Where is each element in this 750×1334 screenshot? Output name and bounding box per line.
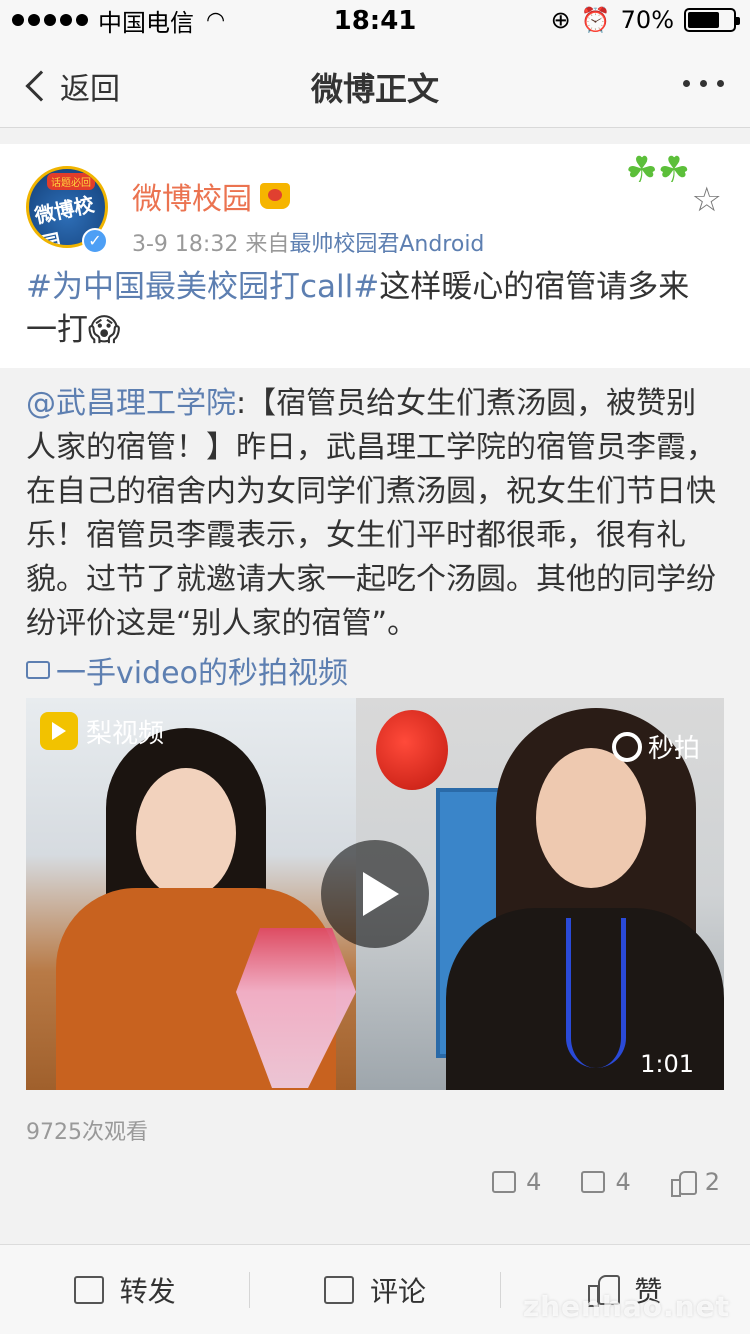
comment-icon xyxy=(581,1171,606,1193)
reposted-content[interactable]: @武昌理工学院:【宿管员给女生们煮汤圆，被赞别人家的宿管！】昨日，武昌理工学院的… xyxy=(0,368,750,1206)
video-watermark-left: 梨视频 xyxy=(40,712,164,750)
status-indicators: ⊕ ⏰ 70% xyxy=(550,6,740,34)
username[interactable]: 微博校园 xyxy=(132,174,290,218)
weibo-post: 话题必回 微博校园 ✓ 微博校园 3-9 18:32 来自最帅校园君Androi… xyxy=(0,144,750,1206)
mention-link[interactable]: @武昌理工学院 xyxy=(26,386,236,421)
video-person-face xyxy=(136,768,236,898)
comment-icon xyxy=(323,1275,354,1304)
repost-text: @武昌理工学院:【宿管员给女生们煮汤圆，被赞别人家的宿管！】昨日，武昌理工学院的… xyxy=(26,382,722,646)
repost-count-value: 4 xyxy=(526,1168,542,1196)
topic-link[interactable]: #为中国最美校园打call# xyxy=(26,269,379,305)
wifi-icon: ◠ xyxy=(206,7,226,33)
favorite-star-icon[interactable]: ☆ xyxy=(692,180,722,220)
watermark-right-label: 秒拍 xyxy=(647,734,700,764)
more-options-button[interactable] xyxy=(683,80,724,87)
post-time: 3-9 18:32 xyxy=(132,232,239,257)
avatar-badge: 话题必回 xyxy=(47,173,95,190)
clover-decoration-icon: ☘☘ xyxy=(625,150,690,191)
comment-count[interactable]: 4 xyxy=(581,1168,631,1196)
signal-strength-icon xyxy=(12,14,88,26)
play-button[interactable] xyxy=(321,840,429,948)
video-player[interactable]: 梨视频 秒拍 1:01 xyxy=(26,698,724,1090)
verified-icon: ✓ xyxy=(82,228,108,254)
repost-label: 转发 xyxy=(119,1274,176,1308)
source-prefix: 来自 xyxy=(245,232,290,257)
video-red-lantern xyxy=(376,710,448,790)
like-count[interactable]: 2 xyxy=(670,1168,720,1197)
share-icon xyxy=(73,1275,104,1304)
comment-label: 评论 xyxy=(369,1274,426,1308)
post-text: #为中国最美校园打call#这样暖心的宿管请多来一打😱 xyxy=(26,266,716,352)
back-label: 返回 xyxy=(60,72,120,107)
thumbs-up-icon xyxy=(670,1171,697,1197)
rotation-lock-icon: ⊕ xyxy=(550,6,571,34)
site-watermark: zhenhao.net xyxy=(522,1290,730,1323)
miaopai-logo-icon xyxy=(611,731,642,762)
like-count-value: 2 xyxy=(704,1168,720,1196)
chevron-left-icon xyxy=(25,70,57,102)
battery-icon xyxy=(684,8,740,32)
repost-count[interactable]: 4 xyxy=(492,1168,541,1196)
carrier-name: 中国电信 xyxy=(98,8,194,37)
battery-percent: 70% xyxy=(620,6,674,34)
video-link-label: 一手video的秒拍视频 xyxy=(56,656,348,691)
username-label: 微博校园 xyxy=(132,182,252,217)
alarm-icon: ⏰ xyxy=(580,6,611,34)
comment-count-value: 4 xyxy=(615,1168,631,1196)
video-person2-face xyxy=(536,748,646,888)
post-source-link[interactable]: 最帅校园君Android xyxy=(289,232,484,257)
post-meta: 3-9 18:32 来自最帅校园君Android xyxy=(132,226,484,258)
navigation-bar: 返回 微博正文 xyxy=(0,40,750,128)
repost-body: :【宿管员给女生们煮汤圆，被赞别人家的宿管！】昨日，武昌理工学院的宿管员李霞，在… xyxy=(26,386,716,641)
vip-crown-icon xyxy=(260,183,290,209)
video-watermark-right: 秒拍 xyxy=(611,728,700,765)
back-button[interactable]: 返回 xyxy=(22,64,120,108)
video-camera-icon xyxy=(26,661,50,679)
share-icon xyxy=(492,1171,517,1193)
view-count: 9725次观看 xyxy=(26,1120,148,1145)
comment-button[interactable]: 评论 xyxy=(250,1245,499,1334)
pear-video-logo-icon xyxy=(40,712,78,750)
repost-button[interactable]: 转发 xyxy=(0,1245,249,1334)
video-lanyard xyxy=(566,918,626,1068)
video-duration: 1:01 xyxy=(640,1050,694,1078)
repost-stats: 4 4 2 xyxy=(492,1168,720,1197)
video-link[interactable]: 一手video的秒拍视频 xyxy=(26,648,348,692)
status-bar: 中国电信 ◠ 18:41 ⊕ ⏰ 70% xyxy=(0,0,750,40)
watermark-left-label: 梨视频 xyxy=(86,718,165,749)
shocked-emoji: 😱 xyxy=(88,312,121,348)
